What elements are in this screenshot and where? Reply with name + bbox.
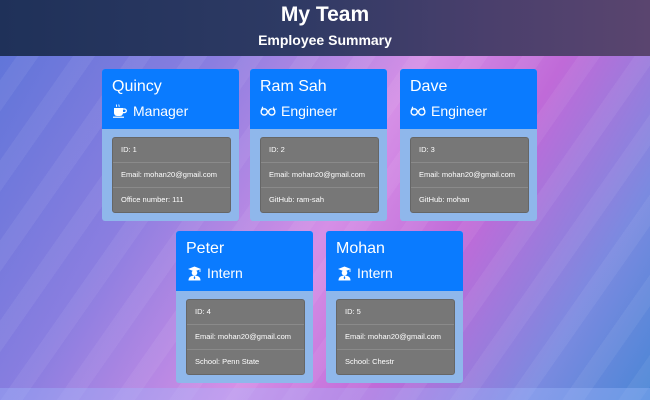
employee-email: Email: mohan20@gmail.com (411, 163, 528, 188)
employee-email: Email: mohan20@gmail.com (113, 163, 230, 188)
page-subtitle: Employee Summary (258, 32, 392, 48)
employee-name: Mohan (336, 240, 385, 257)
employee-info-list: ID: 3 Email: mohan20@gmail.com GitHub: m… (410, 137, 529, 213)
employee-card-peter: Peter Intern ID: 4 Email: mohan20@gmail.… (176, 231, 313, 383)
employee-name: Peter (186, 240, 225, 257)
card-header: Peter Intern (176, 231, 313, 291)
employee-email: Email: mohan20@gmail.com (187, 325, 304, 350)
employee-role: Manager (112, 103, 229, 119)
employee-office-number: Office number: 111 (121, 195, 184, 204)
employee-info-list: ID: 1 Email: mohan20@gmail.com Office nu… (112, 137, 231, 213)
employee-card-mohan: Mohan Intern ID: 5 Email: mohan20@gmail.… (326, 231, 463, 383)
employee-role-label: Intern (207, 265, 243, 281)
graduate-icon (186, 265, 202, 281)
employee-role-label: Engineer (431, 103, 488, 119)
employee-role-label: Intern (357, 265, 393, 281)
employee-info-list: ID: 5 Email: mohan20@gmail.com School: C… (336, 299, 455, 375)
employee-name: Dave (410, 78, 448, 95)
card-header: Mohan Intern (326, 231, 463, 291)
page-bottom-edge (0, 388, 650, 400)
employee-school: School: Chestr (345, 357, 395, 366)
employee-name: Quincy (112, 78, 162, 95)
employee-card-ram-sah: Ram Sah Engineer ID: 2 Email: mohan20@gm… (250, 69, 387, 221)
employee-card-dave: Dave Engineer ID: 3 Email: mohan20@gmail… (400, 69, 537, 221)
employee-name: Ram Sah (260, 78, 327, 95)
employee-github: GitHub: mohan (419, 195, 470, 204)
employee-id: ID: 5 (337, 300, 454, 325)
card-header: Ram Sah Engineer (250, 69, 387, 129)
employee-id: ID: 3 (411, 138, 528, 163)
page-header: My Team Employee Summary (0, 0, 650, 56)
card-header: Quincy Manager (102, 69, 239, 129)
employee-school: School: Penn State (195, 357, 260, 366)
employee-id: ID: 4 (187, 300, 304, 325)
glasses-icon (260, 103, 276, 119)
employee-email: Email: mohan20@gmail.com (337, 325, 454, 350)
employee-role: Engineer (260, 103, 377, 119)
employee-id: ID: 2 (261, 138, 378, 163)
employee-role: Intern (186, 265, 303, 281)
glasses-icon (410, 103, 426, 119)
employee-info-list: ID: 4 Email: mohan20@gmail.com School: P… (186, 299, 305, 375)
employee-card-quincy: Quincy Manager ID: 1 Email: mohan20@gmai… (102, 69, 239, 221)
employee-id: ID: 1 (113, 138, 230, 163)
employee-role: Engineer (410, 103, 527, 119)
employee-role-label: Engineer (281, 103, 338, 119)
employee-email: Email: mohan20@gmail.com (261, 163, 378, 188)
employee-info-list: ID: 2 Email: mohan20@gmail.com GitHub: r… (260, 137, 379, 213)
card-header: Dave Engineer (400, 69, 537, 129)
coffee-icon (112, 103, 128, 119)
employee-role: Intern (336, 265, 453, 281)
page-title: My Team (280, 3, 370, 26)
employee-role-label: Manager (133, 103, 189, 119)
graduate-icon (336, 265, 352, 281)
employee-github: GitHub: ram-sah (269, 195, 325, 204)
